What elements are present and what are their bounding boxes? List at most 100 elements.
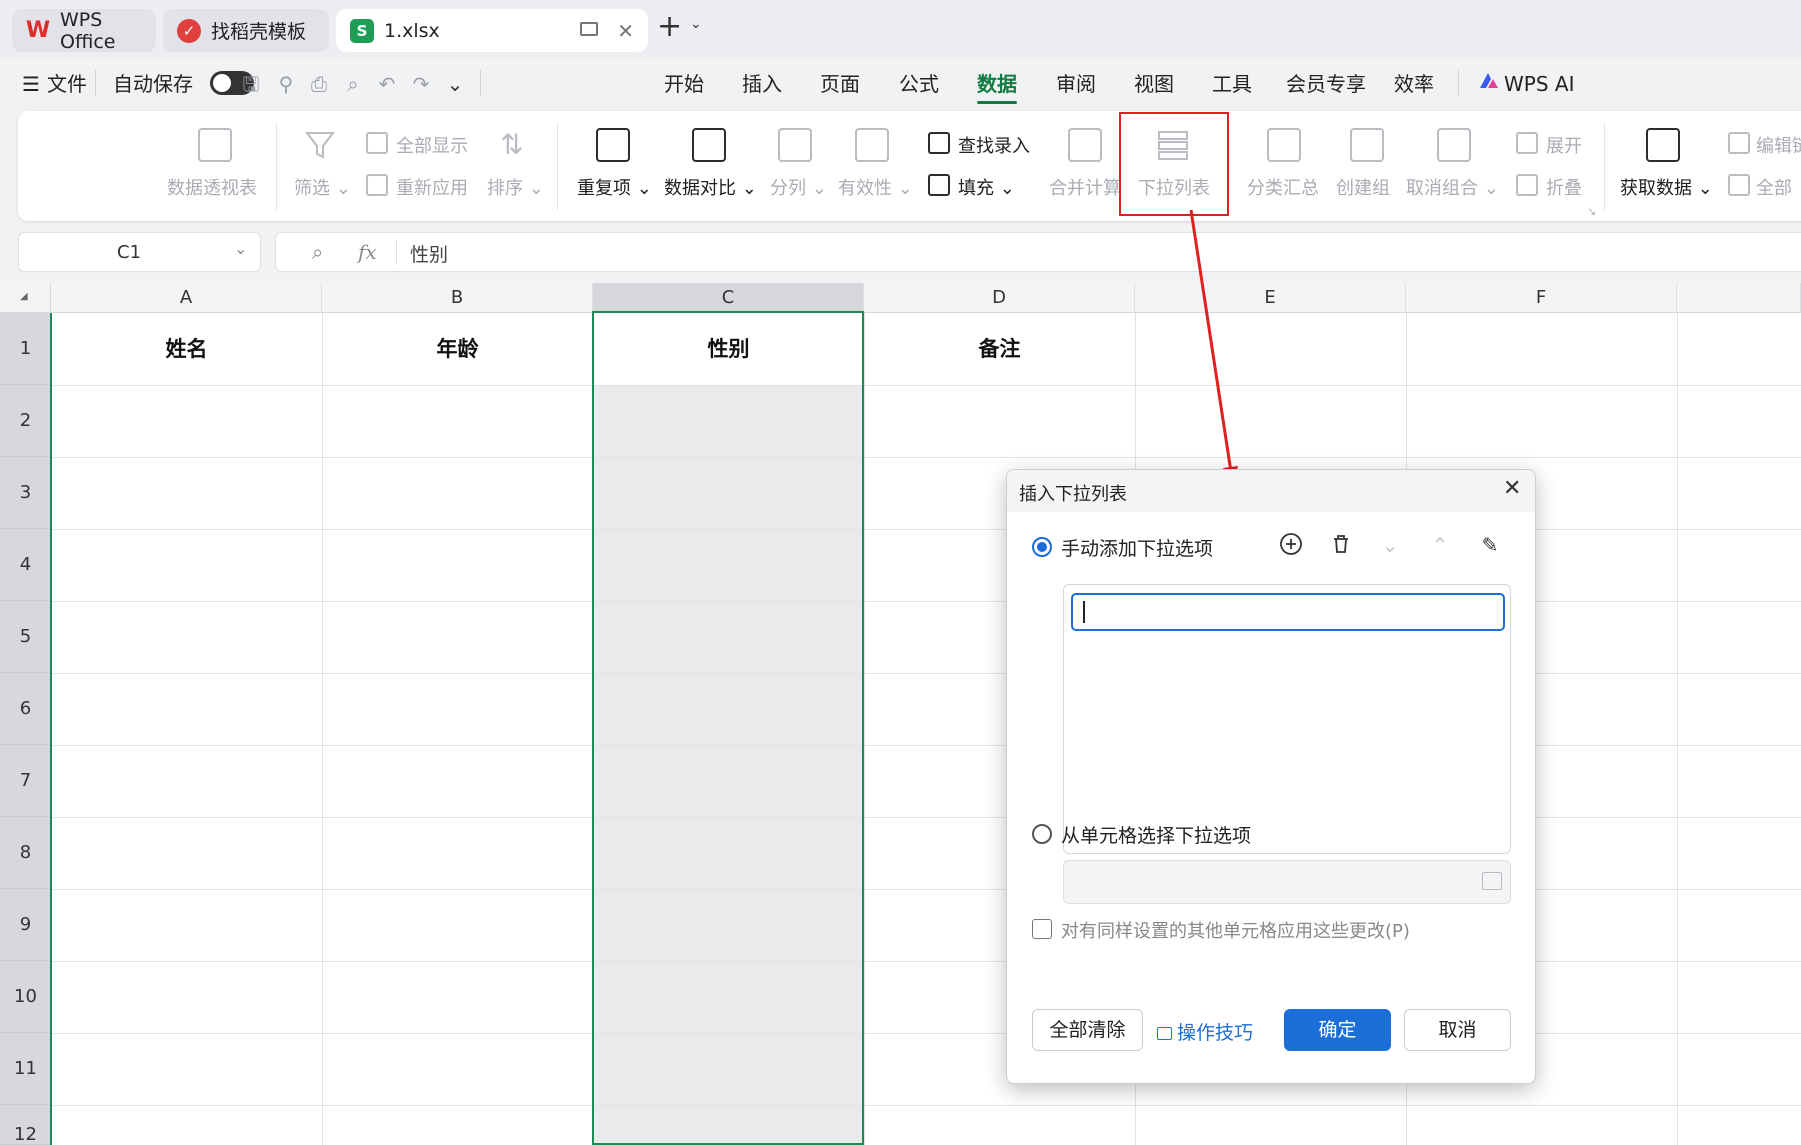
tab-docer-templates[interactable]: ✓ 找稻壳模板 — [163, 9, 329, 52]
menu-tab-view[interactable]: 视图 — [1134, 58, 1174, 110]
row-header-11[interactable]: 11 — [0, 1033, 51, 1105]
column-header-c[interactable]: C — [593, 283, 864, 313]
print-preview-icon[interactable]: ⌕ — [339, 70, 367, 98]
option-text-input[interactable] — [1071, 593, 1505, 631]
monitor-icon[interactable] — [580, 22, 598, 36]
wps-ai-button[interactable]: WPS AI — [1504, 58, 1574, 110]
get-data-icon[interactable] — [1646, 128, 1680, 162]
show-all-button[interactable]: 全部显示 — [396, 132, 468, 158]
row-header-5[interactable]: 5 — [0, 601, 51, 673]
menu-tab-data[interactable]: 数据 — [977, 58, 1017, 110]
select-all-corner[interactable]: ◢ — [0, 283, 51, 313]
options-list[interactable] — [1063, 584, 1511, 854]
column-header-e[interactable]: E — [1135, 283, 1406, 313]
sort-icon[interactable]: ⇅ — [495, 128, 529, 162]
data-compare-icon[interactable] — [692, 128, 726, 162]
edit-links-button[interactable]: 编辑链 — [1756, 132, 1801, 158]
fx-icon[interactable]: fx — [358, 240, 377, 264]
split-column-button[interactable]: 分列 ⌄ — [770, 174, 827, 200]
consolidate-button[interactable]: 合并计算 — [1049, 174, 1121, 200]
menu-tab-review[interactable]: 审阅 — [1056, 58, 1096, 110]
cell-grid[interactable]: 姓名 年龄 性别 备注 — [51, 311, 1801, 1145]
cell-range-input[interactable] — [1063, 860, 1511, 904]
column-header-a[interactable]: A — [51, 283, 322, 313]
menu-tab-member[interactable]: 会员专享 — [1286, 58, 1366, 110]
print-icon[interactable]: ⎙ — [305, 70, 333, 98]
cell-b1[interactable]: 年龄 — [322, 313, 593, 385]
ungroup-button[interactable]: 取消组合 ⌄ — [1406, 174, 1499, 200]
redo-icon[interactable]: ↷ — [407, 70, 435, 98]
tips-link[interactable]: 操作技巧 — [1157, 1018, 1253, 1045]
cancel-button[interactable]: 取消 — [1404, 1009, 1511, 1051]
close-icon[interactable]: ✕ — [1503, 476, 1521, 501]
undo-icon[interactable]: ↶ — [373, 70, 401, 98]
column-header-d[interactable]: D — [864, 283, 1135, 313]
manual-options-radio[interactable] — [1032, 537, 1052, 557]
fill-button[interactable]: 填充 ⌄ — [958, 174, 1015, 200]
hamburger-menu-icon[interactable]: ☰ — [22, 64, 40, 104]
column-header-f[interactable]: F — [1406, 283, 1677, 313]
split-column-icon[interactable] — [778, 128, 812, 162]
row-header-12[interactable]: 12 — [0, 1105, 51, 1145]
ok-button[interactable]: 确定 — [1284, 1009, 1391, 1051]
cell-c1[interactable]: 性别 — [593, 313, 864, 385]
close-icon[interactable]: ✕ — [617, 19, 634, 43]
menu-tab-formula[interactable]: 公式 — [899, 58, 939, 110]
menu-tab-insert[interactable]: 插入 — [742, 58, 782, 110]
tab-spreadsheet[interactable]: S 1.xlsx ✕ — [336, 9, 648, 52]
tab-wps-office[interactable]: W WPS Office — [12, 9, 156, 53]
more-chevron-icon[interactable]: ⌄ — [441, 70, 469, 98]
formula-bar[interactable]: ⌕ fx 性别 — [275, 232, 1801, 272]
subtotal-button[interactable]: 分类汇总 — [1247, 174, 1319, 200]
row-header-4[interactable]: 4 — [0, 529, 51, 601]
row-header-8[interactable]: 8 — [0, 817, 51, 889]
name-box[interactable]: C1 ⌄ — [18, 232, 261, 272]
row-header-2[interactable]: 2 — [0, 385, 51, 457]
move-down-icon[interactable]: ⌄ — [1377, 532, 1403, 558]
duplicates-button[interactable]: 重复项 ⌄ — [577, 174, 652, 200]
row-header-7[interactable]: 7 — [0, 745, 51, 817]
collapse-button[interactable]: 折叠 — [1546, 174, 1582, 200]
refresh-all-button[interactable]: 全部 — [1756, 174, 1792, 200]
filter-button[interactable]: 筛选 ⌄ — [294, 174, 351, 200]
range-select-icon[interactable] — [1482, 872, 1502, 890]
menu-tab-efficiency[interactable]: 效率 — [1394, 58, 1434, 110]
delete-option-icon[interactable] — [1328, 532, 1354, 558]
expand-button[interactable]: 展开 — [1546, 132, 1582, 158]
sort-button[interactable]: 排序 ⌄ — [487, 174, 544, 200]
edit-pencil-icon[interactable]: ✎ — [1477, 532, 1503, 558]
validity-button[interactable]: 有效性 ⌄ — [838, 174, 913, 200]
lookup-entry-button[interactable]: 查找录入 — [958, 132, 1030, 158]
save-icon[interactable]: 🖫 — [237, 70, 265, 98]
row-header-10[interactable]: 10 — [0, 961, 51, 1033]
group-settings-corner-icon[interactable]: ↘ — [1587, 205, 1596, 218]
menu-tab-page[interactable]: 页面 — [820, 58, 860, 110]
ungroup-icon[interactable] — [1437, 128, 1471, 162]
filter-icon[interactable] — [303, 128, 337, 162]
duplicates-icon[interactable] — [596, 128, 630, 162]
cell-a1[interactable]: 姓名 — [51, 313, 322, 385]
row-header-6[interactable]: 6 — [0, 673, 51, 745]
column-header-b[interactable]: B — [322, 283, 593, 313]
column-header-g[interactable] — [1677, 283, 1801, 313]
pivot-table-button[interactable] — [168, 128, 232, 162]
data-compare-button[interactable]: 数据对比 ⌄ — [664, 174, 757, 200]
cell-d1[interactable]: 备注 — [864, 313, 1135, 385]
move-up-icon[interactable]: ⌃ — [1427, 532, 1453, 558]
consolidate-icon[interactable] — [1068, 128, 1102, 162]
chevron-down-icon[interactable]: ⌄ — [234, 239, 247, 258]
reapply-button[interactable]: 重新应用 — [396, 174, 468, 200]
chevron-down-icon[interactable]: ⌄ — [690, 16, 702, 32]
format-painter-icon[interactable]: ⚲ — [272, 70, 300, 98]
create-group-icon[interactable] — [1350, 128, 1384, 162]
add-option-icon[interactable] — [1278, 532, 1304, 558]
validity-icon[interactable] — [855, 128, 889, 162]
get-data-button[interactable]: 获取数据 ⌄ — [1620, 174, 1713, 200]
file-menu[interactable]: 文件 — [47, 58, 87, 110]
row-header-3[interactable]: 3 — [0, 457, 51, 529]
clear-all-button[interactable]: 全部清除 — [1032, 1009, 1143, 1051]
menu-tab-home[interactable]: 开始 — [664, 58, 704, 110]
create-group-button[interactable]: 创建组 — [1336, 174, 1390, 200]
row-header-1[interactable]: 1 — [0, 313, 51, 385]
subtotal-icon[interactable] — [1267, 128, 1301, 162]
